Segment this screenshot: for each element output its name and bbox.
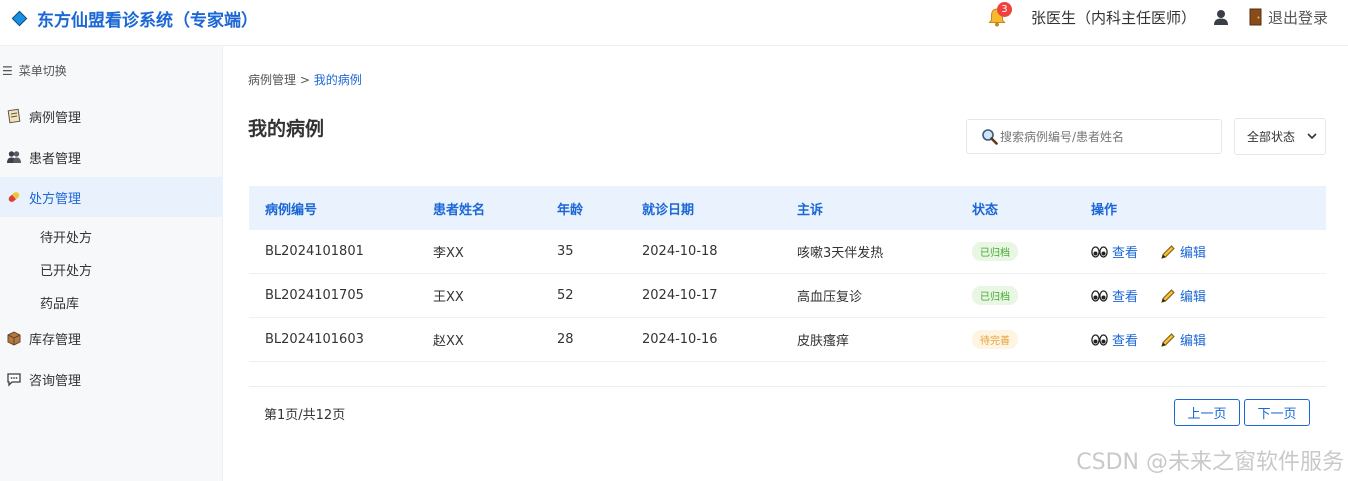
col-header-complaint: 主诉 [797,202,824,218]
watermark: CSDN @未来之窗软件服务 [1076,450,1344,475]
inventory-icon [7,331,21,346]
status-badge: 已归档 [972,286,1018,305]
pagination-divider [249,386,1326,387]
cell-patient-name: 赵XX [433,334,464,349]
sidebar-item-prescriptions[interactable]: 处方管理 [0,177,223,217]
col-header-status: 状态 [972,202,999,218]
user-icon[interactable] [1212,8,1230,26]
sidebar-item-consult[interactable]: 咨询管理 [0,359,223,399]
cell-complaint: 高血压复诊 [797,290,863,305]
edit-label: 编辑 [1180,334,1207,349]
header-actions: 3 张医生（内科主任医师） 退出登录 [987,2,1328,30]
view-button[interactable]: 查看 [1091,330,1138,349]
status-badge: 待完善 [972,330,1018,349]
view-label: 查看 [1112,334,1139,349]
cell-complaint: 皮肤瘙痒 [797,334,850,349]
table-row: BL2024101705 王XX 52 2024-10-17 高血压复诊 已归档… [249,274,1326,318]
eyes-icon [1091,333,1108,346]
diamond-logo-icon [11,10,28,26]
cell-age: 35 [557,244,574,259]
table-row: BL2024101603 赵XX 28 2024-10-16 皮肤瘙痒 待完善 … [249,318,1326,362]
cell-age: 28 [557,332,574,347]
search-input[interactable] [1000,129,1200,144]
sidebar-subitem-issued[interactable]: 已开处方 [40,260,92,279]
top-header: 东方仙盟看诊系统（专家端） 3 张医生（内科主任医师） 退出登录 [0,0,1348,46]
patients-icon [7,151,21,163]
view-label: 查看 [1112,246,1139,261]
menu-toggle-label: 菜单切换 [18,64,67,78]
breadcrumb-separator: > [299,73,310,87]
sidebar-item-label: 病例管理 [29,110,82,126]
pencil-icon [1161,288,1175,303]
sidebar: ☰ 菜单切换 病例管理 患者管理 处方管理 待开处方 已开处方 药品库 库存管理… [0,46,223,481]
case-table: 病例编号 患者姓名 年龄 就诊日期 主诉 状态 操作 BL2024101801 … [249,186,1326,362]
cell-visit-date: 2024-10-16 [642,332,718,347]
prescription-icon [8,192,20,202]
notification-bell[interactable]: 3 [987,2,1012,28]
status-filter-value: 全部状态 [1247,130,1296,144]
cell-age: 52 [557,288,574,303]
edit-label: 编辑 [1180,246,1207,261]
logout-button[interactable]: 退出登录 [1248,7,1328,28]
cell-patient-name: 李XX [433,246,464,261]
sidebar-subitem-pending[interactable]: 待开处方 [40,227,92,246]
edit-button[interactable]: 编辑 [1160,242,1206,261]
pencil-icon [1161,244,1175,259]
view-label: 查看 [1112,290,1139,305]
case-icon [7,108,21,124]
page-title: 我的病例 [248,118,325,140]
next-page-button[interactable]: 下一页 [1244,399,1310,426]
col-header-date: 就诊日期 [642,202,695,218]
sidebar-item-label: 咨询管理 [29,373,82,389]
cell-case-id: BL2024101801 [265,244,364,259]
edit-button[interactable]: 编辑 [1160,330,1206,349]
col-header-age: 年龄 [557,202,584,218]
breadcrumb-root[interactable]: 病例管理 [248,73,296,87]
sidebar-item-cases[interactable]: 病例管理 [0,96,223,136]
cell-case-id: BL2024101603 [265,332,364,347]
eyes-icon [1091,289,1108,302]
page-info: 第1页/共12页 [264,408,346,423]
table-row: BL2024101801 李XX 35 2024-10-18 咳嗽3天伴发热 已… [249,230,1326,274]
col-header-name: 患者姓名 [433,202,486,218]
edit-button[interactable]: 编辑 [1160,286,1206,305]
cell-visit-date: 2024-10-18 [642,244,718,259]
sidebar-item-inventory[interactable]: 库存管理 [0,318,223,358]
menu-toggle[interactable]: ☰ 菜单切换 [2,62,67,79]
search-icon [982,129,998,145]
col-header-actions: 操作 [1091,202,1118,218]
sidebar-item-label: 库存管理 [29,332,82,348]
eyes-icon [1091,245,1108,258]
table-header: 病例编号 患者姓名 年龄 就诊日期 主诉 状态 操作 [249,186,1326,230]
cell-complaint: 咳嗽3天伴发热 [797,246,884,261]
view-button[interactable]: 查看 [1091,286,1138,305]
cell-patient-name: 王XX [433,290,464,305]
cell-visit-date: 2024-10-17 [642,288,718,303]
prev-page-button[interactable]: 上一页 [1174,399,1240,426]
logout-label: 退出登录 [1267,8,1328,27]
breadcrumb-current: 我的病例 [313,73,362,87]
sidebar-item-label: 患者管理 [29,151,82,167]
hamburger-icon: ☰ [2,63,13,78]
breadcrumb: 病例管理 > 我的病例 [248,71,362,88]
view-button[interactable]: 查看 [1091,242,1138,261]
chevron-down-icon [1307,133,1317,140]
brand: 东方仙盟看诊系统（专家端） [11,6,258,31]
sidebar-item-patients[interactable]: 患者管理 [0,137,223,177]
sidebar-subitem-drugs[interactable]: 药品库 [40,293,79,312]
doctor-name: 张医生（内科主任医师） [1030,8,1196,27]
cell-case-id: BL2024101705 [265,288,364,303]
chat-icon [7,373,21,387]
search-box [966,119,1222,154]
col-header-id: 病例编号 [265,202,318,218]
edit-label: 编辑 [1180,290,1207,305]
notification-badge: 3 [996,2,1012,17]
app-title: 东方仙盟看诊系统（专家端） [37,10,258,31]
status-badge: 已归档 [972,242,1018,261]
door-icon [1249,8,1262,26]
pencil-icon [1161,332,1175,347]
status-filter-select[interactable]: 全部状态 [1234,118,1326,155]
sidebar-item-label: 处方管理 [29,191,82,207]
